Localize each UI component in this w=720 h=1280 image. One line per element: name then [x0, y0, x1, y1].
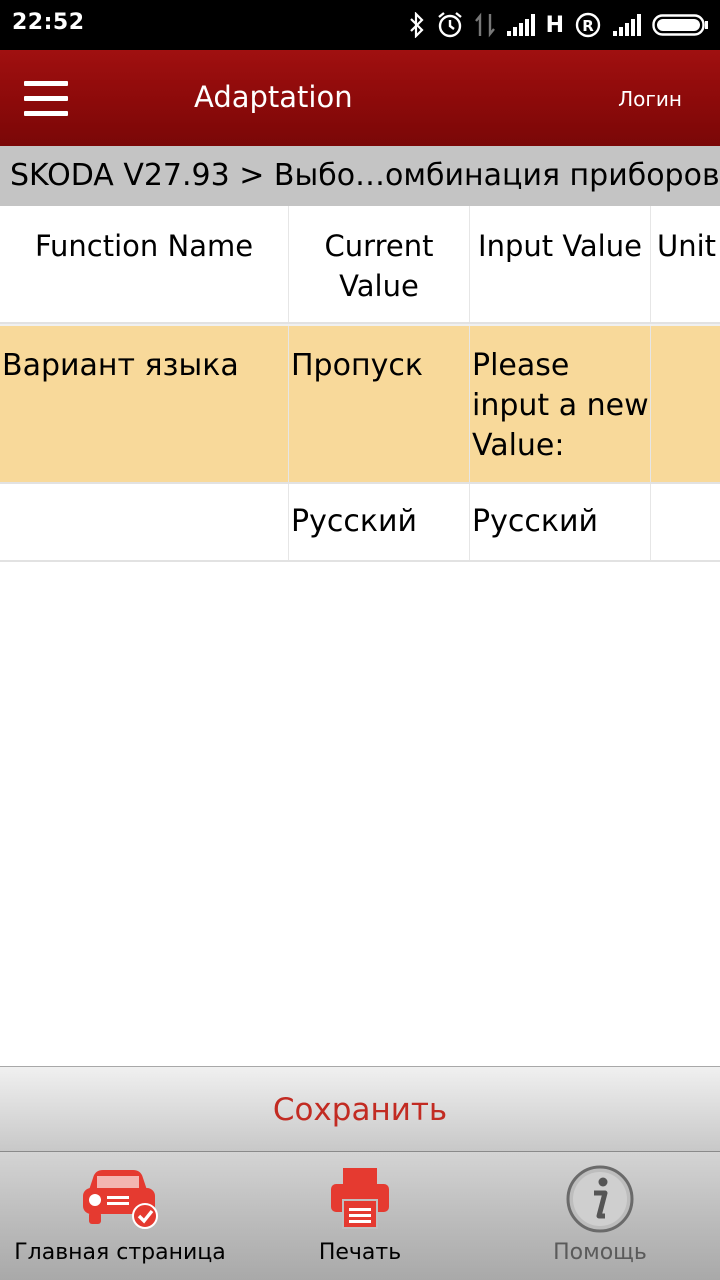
function-name-cell	[0, 484, 289, 560]
signal-icon-2	[612, 13, 642, 37]
column-header-current-value: Current Value	[289, 206, 470, 322]
unit-cell	[651, 326, 720, 482]
save-button[interactable]: Сохранить	[0, 1066, 720, 1152]
status-icons: H R	[398, 8, 710, 42]
data-arrows-icon	[474, 12, 496, 38]
roaming-icon: R	[574, 11, 602, 39]
info-icon	[565, 1164, 635, 1238]
network-type-label: H	[545, 12, 564, 38]
alarm-icon	[436, 11, 464, 39]
table-header-row: Function Name Current Value Input Value …	[0, 206, 720, 324]
battery-icon	[652, 13, 710, 37]
input-value-select[interactable]: Русский	[470, 484, 651, 560]
nav-help-label: Помощь	[553, 1240, 647, 1265]
input-value-cell: Please input a new Value:	[470, 326, 651, 482]
bluetooth-icon	[408, 12, 426, 38]
column-header-unit: Unit	[657, 229, 717, 263]
nav-print[interactable]: Печать	[240, 1152, 480, 1280]
status-time: 22:52	[12, 10, 85, 35]
adaptation-table: Function Name Current Value Input Value …	[0, 206, 720, 562]
column-header-input-value: Input Value	[470, 206, 651, 322]
nav-home[interactable]: Главная страница	[0, 1152, 240, 1280]
signal-icon	[506, 13, 536, 37]
current-value-cell: Пропуск	[289, 326, 470, 482]
app-header: Adaptation Логин	[0, 50, 720, 146]
table-row[interactable]: Вариант языка Пропуск Please input a new…	[0, 324, 720, 484]
table-row[interactable]: Русский Русский	[0, 484, 720, 562]
nav-home-label: Главная страница	[14, 1240, 226, 1265]
status-bar: 22:52 H R	[0, 0, 720, 50]
car-check-icon	[79, 1164, 161, 1234]
printer-icon	[329, 1164, 391, 1234]
current-value-cell: Русский	[289, 484, 470, 560]
breadcrumb: SKODA V27.93 > Выбо…омбинация приборов	[0, 146, 720, 206]
nav-help[interactable]: Помощь	[480, 1152, 720, 1280]
column-header-function-name: Function Name	[0, 206, 289, 322]
svg-text:R: R	[582, 17, 594, 35]
function-name-cell: Вариант языка	[0, 326, 289, 482]
page-title: Adaptation	[194, 80, 353, 114]
unit-cell	[651, 484, 720, 560]
login-link[interactable]: Логин	[618, 87, 682, 111]
nav-print-label: Печать	[318, 1240, 402, 1265]
bottom-nav: Главная страница Печать Помощь	[0, 1152, 720, 1280]
hamburger-menu-icon[interactable]	[24, 81, 68, 117]
